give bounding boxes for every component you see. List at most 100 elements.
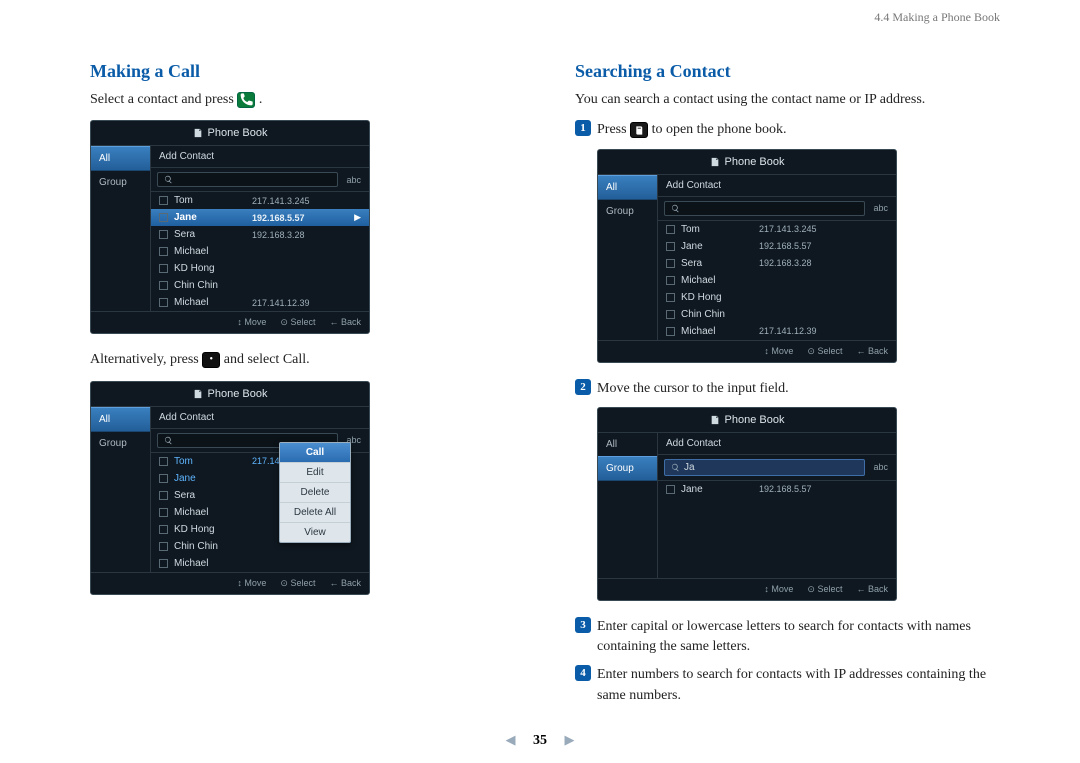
phonebook-button-icon	[630, 122, 648, 138]
search-input[interactable]	[157, 172, 338, 187]
context-menu: Call Edit Delete Delete All View	[279, 442, 351, 543]
checkbox-icon[interactable]	[159, 559, 168, 568]
checkbox-icon[interactable]	[666, 242, 675, 251]
checkbox-icon[interactable]	[159, 457, 168, 466]
ctx-item-edit[interactable]: Edit	[280, 463, 350, 483]
contact-row[interactable]: Michael	[658, 272, 896, 289]
contact-row[interactable]: Michael 217.141.12.39	[151, 294, 369, 311]
device-footer: ↕ Move ⊙ Select ← Back	[91, 311, 369, 333]
add-contact-button[interactable]: Add Contact	[151, 146, 369, 168]
add-contact-button[interactable]: Add Contact	[151, 407, 369, 429]
intro-making-a-call: Select a contact and press .	[90, 90, 515, 110]
ctx-item-call[interactable]: Call	[280, 443, 350, 463]
checkbox-icon[interactable]	[159, 474, 168, 483]
left-column: Making a Call Select a contact and press…	[90, 55, 515, 714]
checkbox-icon[interactable]	[159, 542, 168, 551]
add-contact-button[interactable]: Add Contact	[658, 433, 896, 455]
contact-row[interactable]: Michael217.141.12.39	[658, 323, 896, 340]
checkbox-icon[interactable]	[159, 213, 168, 222]
checkbox-icon[interactable]	[159, 525, 168, 534]
sidebar-tab-all[interactable]: All	[598, 433, 657, 456]
right-column: Searching a Contact You can search a con…	[575, 55, 1000, 714]
checkbox-icon[interactable]	[666, 327, 675, 336]
checkbox-icon[interactable]	[159, 264, 168, 273]
contact-name: KD Hong	[174, 524, 246, 535]
device-footer: ↕ Move ⊙ Select ← Back	[91, 572, 369, 594]
search-value: Ja	[684, 462, 695, 473]
contact-name: Tom	[681, 224, 753, 235]
prev-page-icon[interactable]: ◀	[506, 732, 516, 747]
checkbox-icon[interactable]	[666, 293, 675, 302]
chevron-right-icon: ▶	[354, 212, 361, 223]
contact-row[interactable]: KD Hong	[151, 260, 369, 277]
checkbox-icon[interactable]	[159, 247, 168, 256]
device-title: Phone Book	[598, 150, 896, 175]
input-mode-label: abc	[871, 462, 890, 472]
checkbox-icon[interactable]	[159, 281, 168, 290]
contact-row[interactable]: Michael	[151, 243, 369, 260]
contact-row[interactable]: Michael	[151, 555, 369, 572]
contact-row[interactable]: Tom217.141.3.245	[658, 221, 896, 238]
contact-ip: 192.168.3.28	[759, 258, 812, 268]
contact-row[interactable]: Chin Chin	[151, 277, 369, 294]
step-number-icon: 3	[575, 617, 591, 633]
contact-row[interactable]: Chin Chin	[658, 306, 896, 323]
input-mode-label: abc	[344, 175, 363, 185]
checkbox-icon[interactable]	[666, 276, 675, 285]
device-title-text: Phone Book	[208, 127, 268, 139]
footer-move: ↕ Move	[237, 578, 266, 589]
add-contact-button[interactable]: Add Contact	[658, 175, 896, 197]
sidebar-tab-group[interactable]: Group	[91, 171, 150, 194]
device-sidebar: All Group	[598, 175, 658, 340]
ctx-item-delete-all[interactable]: Delete All	[280, 503, 350, 523]
ctx-item-delete[interactable]: Delete	[280, 483, 350, 503]
checkbox-icon[interactable]	[159, 508, 168, 517]
contact-row[interactable]: Jane192.168.5.57	[658, 481, 896, 498]
contact-name: Michael	[174, 297, 246, 308]
checkbox-icon[interactable]	[159, 491, 168, 500]
input-mode-label: abc	[871, 203, 890, 213]
checkbox-icon[interactable]	[666, 225, 675, 234]
sidebar-tab-all[interactable]: All	[598, 175, 657, 200]
search-row: abc	[151, 168, 369, 192]
next-page-icon[interactable]: ▶	[565, 732, 575, 747]
footer-select: ⊙ Select	[280, 317, 315, 328]
contact-ip: 217.141.12.39	[252, 298, 310, 308]
checkbox-icon[interactable]	[159, 196, 168, 205]
ctx-item-view[interactable]: View	[280, 523, 350, 542]
sidebar-tab-group[interactable]: Group	[91, 432, 150, 455]
contact-name: Michael	[681, 326, 753, 337]
device-title: Phone Book	[91, 382, 369, 407]
sidebar-tab-all[interactable]: All	[91, 407, 150, 432]
contact-row[interactable]: Jane192.168.5.57	[658, 238, 896, 255]
contact-name: Chin Chin	[174, 541, 246, 552]
search-input[interactable]	[664, 201, 865, 216]
phonebook-screenshot-context-menu: Phone Book All Group Add Contact abc Tom…	[90, 381, 370, 595]
contact-row[interactable]: KD Hong	[658, 289, 896, 306]
checkbox-icon[interactable]	[666, 259, 675, 268]
contact-row-selected[interactable]: Jane192.168.5.57▶	[151, 209, 369, 226]
checkbox-icon[interactable]	[666, 485, 675, 494]
step-text: Move the cursor to the input field.	[597, 379, 1000, 399]
checkbox-icon[interactable]	[159, 298, 168, 307]
sidebar-tab-group[interactable]: Group	[598, 200, 657, 223]
contact-name: Sera	[174, 229, 246, 240]
contact-row[interactable]: Sera 192.168.3.28	[658, 255, 896, 272]
checkbox-icon[interactable]	[159, 230, 168, 239]
text: .	[259, 92, 263, 107]
contact-name: Jane	[681, 484, 753, 495]
search-input-active[interactable]: Ja	[664, 459, 865, 476]
contact-ip: 192.168.3.28	[252, 230, 305, 240]
contact-ip: 192.168.5.57	[252, 213, 305, 223]
checkbox-icon[interactable]	[666, 310, 675, 319]
contact-name: Sera	[681, 258, 753, 269]
contact-row[interactable]: Tom217.141.3.245	[151, 192, 369, 209]
sidebar-tab-all[interactable]: All	[91, 146, 150, 171]
device-footer: ↕ Move ⊙ Select ← Back	[598, 340, 896, 362]
contact-ip: 217.141.3.245	[252, 196, 310, 206]
contact-row[interactable]: Sera 192.168.3.28	[151, 226, 369, 243]
step-number-icon: 2	[575, 379, 591, 395]
sidebar-tab-group[interactable]: Group	[598, 456, 657, 481]
phonebook-screenshot-search: Phone Book All Group Add Contact Ja abc	[597, 407, 897, 601]
device-sidebar: All Group	[91, 407, 151, 572]
